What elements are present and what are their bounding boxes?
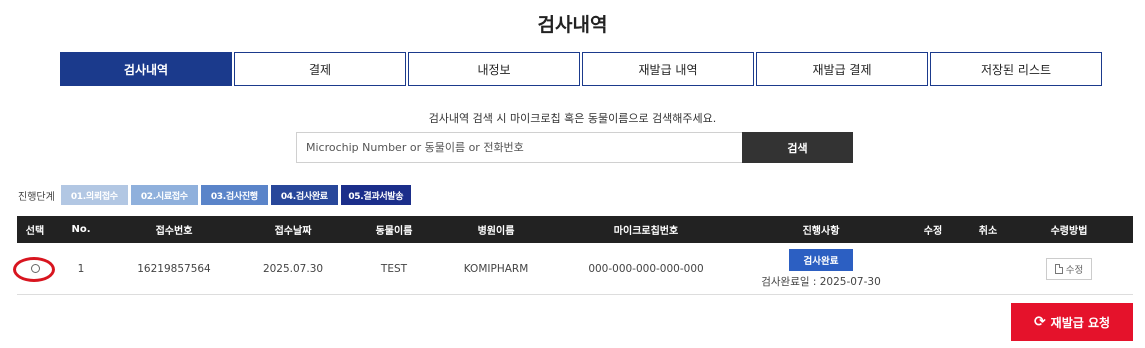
table-row: 1 16219857564 2025.07.30 TEST KOMIPHARM … bbox=[13, 243, 1133, 295]
header-receive-method: 수령방법 bbox=[1050, 226, 1088, 237]
row-status: 검사완료 검사완료일 : 2025-07-30 bbox=[741, 248, 901, 289]
search-hint: 검사내역 검색 시 마이크로칩 혹은 동물이름으로 검색해주세요. bbox=[428, 112, 717, 125]
page-title: 검사내역 bbox=[537, 14, 608, 36]
reissue-button-label: 재발급 요청 bbox=[1050, 315, 1111, 330]
row-chip-number: 000-000-000-000-000 bbox=[588, 262, 704, 275]
stage-result-sent: 05.결과서발송 bbox=[340, 185, 411, 205]
row-date: 2025.07.30 bbox=[262, 262, 324, 275]
header-date: 접수날짜 bbox=[274, 226, 312, 237]
header-chip-number: 마이크로칩번호 bbox=[613, 226, 679, 237]
status-complete-date: 검사완료일 : 2025-07-30 bbox=[761, 275, 881, 288]
stage-request-received: 01.의뢰접수 bbox=[60, 185, 128, 205]
edit-button-label: 수정 bbox=[1065, 264, 1084, 276]
table-header: 선택 No. 접수번호 접수날짜 동물이름 병원이름 마이크로칩번호 진행사항 … bbox=[17, 216, 1133, 243]
header-hospital-name: 병원이름 bbox=[477, 226, 515, 237]
header-cancel: 취소 bbox=[978, 226, 998, 237]
edit-button[interactable]: 수정 bbox=[1045, 257, 1093, 280]
tab-payment[interactable]: 결제 bbox=[234, 52, 406, 86]
row-receive-method: 수정 bbox=[1011, 257, 1127, 280]
header-edit: 수정 bbox=[923, 226, 943, 237]
refresh-icon: ⟳ bbox=[1033, 314, 1046, 330]
tab-saved-list[interactable]: 저장된 리스트 bbox=[930, 52, 1102, 86]
tab-reissue-history[interactable]: 재발급 내역 bbox=[582, 52, 754, 86]
document-edit-icon bbox=[1054, 263, 1063, 274]
row-animal-name: TEST bbox=[380, 262, 408, 275]
tab-bar: 검사내역 결제 내정보 재발급 내역 재발급 결제 저장된 리스트 bbox=[60, 52, 1104, 86]
tab-my-info[interactable]: 내정보 bbox=[408, 52, 580, 86]
header-status: 진행사항 bbox=[802, 226, 840, 237]
stage-sample-received: 02.시료접수 bbox=[130, 185, 198, 205]
status-badge[interactable]: 검사완료 bbox=[788, 248, 854, 271]
header-no: No. bbox=[71, 224, 91, 235]
search-input[interactable] bbox=[296, 132, 742, 163]
row-no: 1 bbox=[77, 262, 85, 275]
header-animal-name: 동물이름 bbox=[375, 226, 413, 237]
reissue-request-button[interactable]: ⟳ 재발급 요청 bbox=[1011, 303, 1133, 341]
row-hospital-name: KOMIPHARM bbox=[463, 262, 529, 275]
tab-reissue-payment[interactable]: 재발급 결제 bbox=[756, 52, 928, 86]
select-radio[interactable] bbox=[30, 264, 40, 273]
progress-stages: 진행단계 01.의뢰접수 02.시료접수 03.검사진행 04.검사완료 05.… bbox=[18, 185, 414, 205]
stage-testing: 03.검사진행 bbox=[200, 185, 268, 205]
row-receipt-no: 16219857564 bbox=[137, 262, 211, 275]
search-button[interactable]: 검색 bbox=[742, 132, 853, 163]
tab-test-history[interactable]: 검사내역 bbox=[60, 52, 232, 86]
select-radio-wrap bbox=[13, 256, 55, 282]
header-select: 선택 bbox=[25, 226, 45, 237]
results-table: 선택 No. 접수번호 접수날짜 동물이름 병원이름 마이크로칩번호 진행사항 … bbox=[13, 216, 1133, 295]
stages-label: 진행단계 bbox=[18, 191, 55, 203]
header-receipt-no: 접수번호 bbox=[155, 226, 193, 237]
select-cell bbox=[13, 256, 55, 282]
stage-test-complete: 04.검사완료 bbox=[270, 185, 338, 205]
search-bar: 검색 bbox=[296, 132, 853, 163]
